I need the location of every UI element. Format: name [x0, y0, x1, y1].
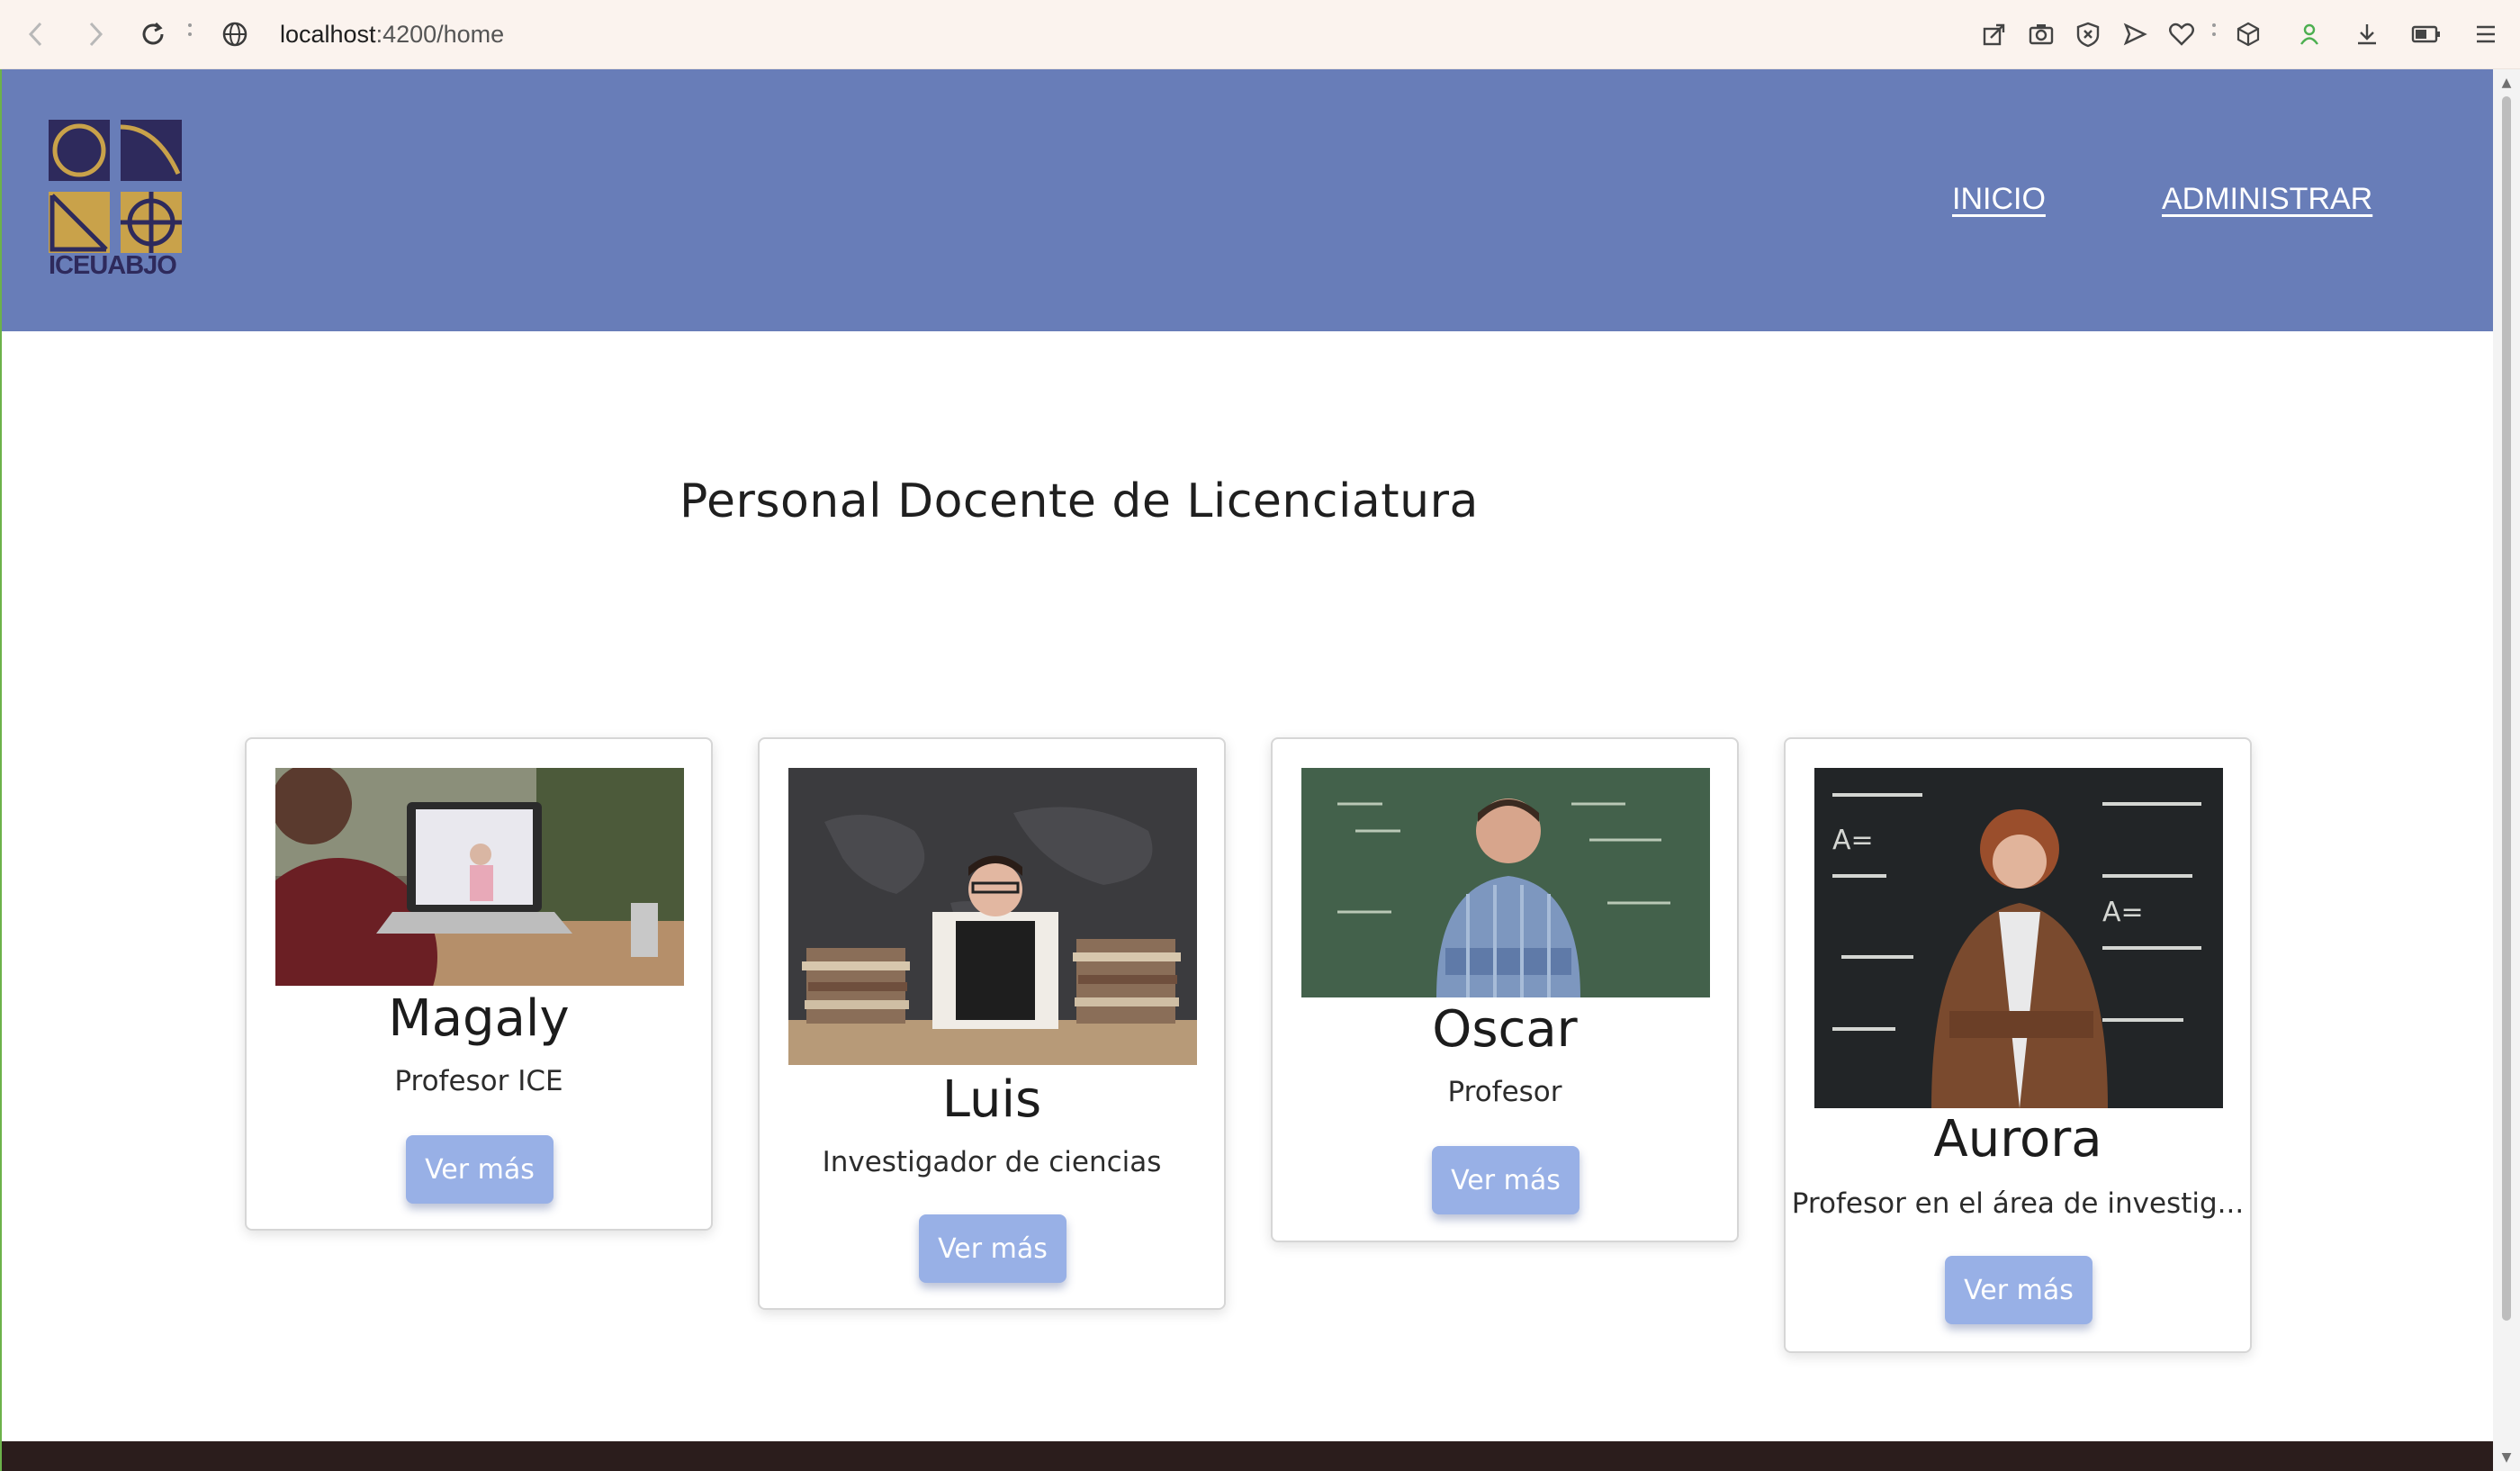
site-header: ICEUABJO INICIO ADMINISTRAR — [2, 69, 2495, 331]
ver-mas-button[interactable]: Ver más — [919, 1214, 1066, 1283]
chevron-left-icon — [28, 22, 42, 47]
teacher-photo — [275, 768, 684, 986]
ver-mas-button[interactable]: Ver más — [406, 1135, 554, 1204]
forward-button[interactable] — [77, 16, 113, 52]
scrollbar-thumb[interactable] — [2502, 96, 2511, 1321]
downloads-button[interactable] — [2351, 18, 2383, 50]
send-button[interactable] — [2119, 18, 2151, 50]
teacher-role: Profesor ICE — [394, 1065, 563, 1097]
nav-link-inicio[interactable]: INICIO — [1952, 182, 2046, 217]
screenshot-button[interactable] — [2025, 18, 2057, 50]
toolbar-separator — [2212, 23, 2216, 45]
menu-icon — [2477, 25, 2495, 43]
cube-icon — [2236, 22, 2260, 47]
ver-mas-button[interactable]: Ver más — [1945, 1256, 2092, 1324]
chevron-right-icon — [89, 22, 104, 47]
teacher-name: Oscar — [1432, 1000, 1578, 1059]
profile-button[interactable] — [2293, 18, 2326, 50]
share-button[interactable] — [1978, 18, 2011, 50]
send-icon — [2123, 23, 2147, 46]
url-host: localhost — [280, 21, 376, 48]
teacher-card: Magaly Profesor ICE Ver más — [245, 737, 713, 1231]
iceuabjo-logo[interactable]: ICEUABJO — [49, 120, 184, 280]
extensions-button[interactable] — [2232, 18, 2264, 50]
page-scrollbar[interactable]: ▲ ▼ — [2493, 69, 2520, 1471]
page-viewport: ICEUABJO INICIO ADMINISTRAR Personal Doc… — [0, 69, 2520, 1471]
teacher-role: Investigador de ciencias — [822, 1146, 1162, 1178]
battery-icon — [2411, 25, 2440, 43]
ver-mas-button[interactable]: Ver más — [1432, 1146, 1580, 1214]
favorites-button[interactable] — [2165, 18, 2198, 50]
heart-icon — [2169, 23, 2194, 46]
chalkboard-formula: A= — [1832, 825, 1874, 856]
chalkboard-formula: A= — [2102, 897, 2144, 928]
teacher-photo — [1301, 768, 1710, 997]
shield-x-icon — [2076, 22, 2100, 48]
teacher-name: Luis — [941, 1070, 1042, 1129]
browser-toolbar: localhost:4200/home — [0, 0, 2520, 69]
globe-icon — [222, 22, 248, 47]
address-bar[interactable]: localhost:4200/home — [280, 18, 504, 50]
share-icon — [1983, 23, 2005, 46]
teacher-card: Oscar Profesor Ver más — [1271, 737, 1739, 1242]
teacher-photo: A= A= — [1814, 768, 2223, 1108]
scroll-up-icon[interactable]: ▲ — [2500, 77, 2513, 89]
teacher-role: Profesor en el área de investig... — [1791, 1187, 2245, 1220]
nav-link-administrar[interactable]: ADMINISTRAR — [2162, 182, 2372, 217]
site-footer — [2, 1441, 2495, 1471]
page-title: Personal Docente de Licenciatura — [680, 474, 1479, 528]
teacher-name: Aurora — [1933, 1110, 2102, 1169]
teacher-role: Profesor — [1447, 1076, 1562, 1108]
user-icon — [2300, 23, 2318, 45]
logo-text: ICEUABJO — [49, 251, 177, 280]
battery-saver-button[interactable] — [2410, 18, 2443, 50]
teacher-name: Magaly — [388, 989, 570, 1048]
reload-button[interactable] — [135, 16, 171, 52]
adblock-button[interactable] — [2072, 18, 2104, 50]
teacher-card: Luis Investigador de ciencias Ver más — [758, 737, 1226, 1310]
url-path: :4200/home — [375, 21, 505, 48]
teacher-card: A= A= Aurora Profesor en el área de inve… — [1784, 737, 2252, 1353]
reload-icon — [142, 22, 164, 45]
scroll-down-icon[interactable]: ▼ — [2500, 1451, 2513, 1464]
back-button[interactable] — [18, 16, 54, 52]
teacher-photo — [788, 768, 1197, 1065]
toolbar-separator — [188, 23, 192, 45]
menu-button[interactable] — [2470, 18, 2502, 50]
site-info-button[interactable] — [219, 18, 251, 50]
camera-icon — [2029, 24, 2054, 45]
download-icon — [2358, 24, 2376, 45]
